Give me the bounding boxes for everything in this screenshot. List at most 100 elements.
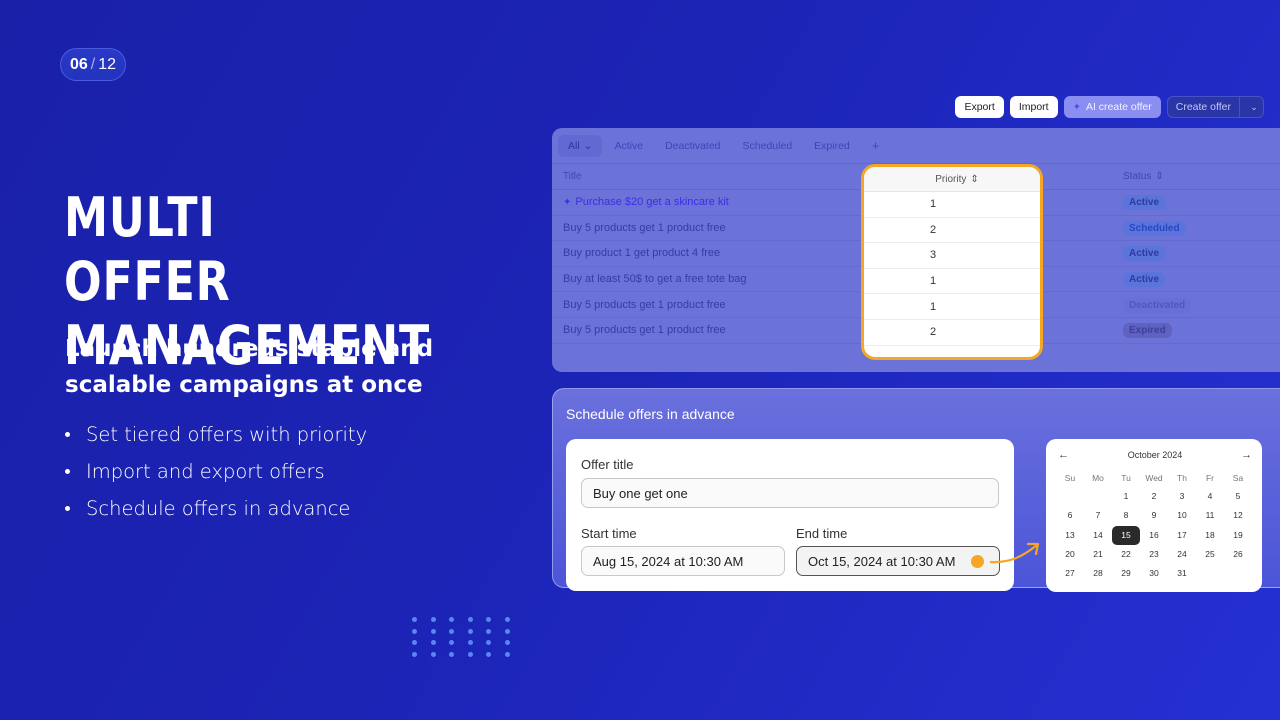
decorative-dot	[430, 617, 436, 622]
calendar-day[interactable]: 5	[1224, 487, 1252, 506]
calendar-day[interactable]: 16	[1140, 526, 1168, 545]
filter-tabs: All ⌄ Active Deactivated Scheduled Expire…	[552, 128, 1280, 164]
decorative-dot	[467, 640, 473, 645]
calendar-day[interactable]: 4	[1196, 487, 1224, 506]
calendar-day[interactable]: 18	[1196, 526, 1224, 545]
bullet-icon	[65, 506, 70, 511]
decorative-dot	[504, 617, 510, 622]
column-status[interactable]: Status ⇕	[1123, 171, 1164, 182]
column-title[interactable]: Title	[563, 171, 582, 182]
bullet-icon	[65, 432, 70, 437]
decorative-dot	[504, 640, 510, 645]
decorative-dot	[486, 617, 491, 622]
headline-line-1: Multi offer	[64, 186, 231, 313]
slide-total: 12	[98, 55, 117, 73]
decorative-dot	[467, 617, 473, 622]
calendar-day[interactable]: 21	[1084, 545, 1112, 564]
create-offer-button[interactable]: Create offer	[1168, 97, 1240, 117]
status-badge: Active	[1123, 246, 1166, 262]
status-badge: Active	[1123, 195, 1166, 211]
tab-active[interactable]: Active	[604, 135, 653, 157]
export-button[interactable]: Export	[955, 96, 1004, 118]
feature-item: Set tiered offers with priority	[62, 416, 367, 453]
calendar-day[interactable]: 28	[1084, 564, 1112, 583]
calendar-day[interactable]: 27	[1056, 564, 1084, 583]
weekday-label: Sa	[1232, 473, 1244, 483]
offer-title[interactable]: Buy product 1 get product 4 free	[563, 247, 720, 259]
date-picker: ← October 2024 → Su Mo Tu Wed Th Fr Sa 1 2 3 4 5 6 7 8…	[1046, 439, 1262, 592]
weekday-label: Mo	[1092, 473, 1104, 483]
calendar-day[interactable]: 30	[1140, 564, 1168, 583]
next-month-arrow-icon[interactable]: →	[1241, 449, 1252, 461]
calendar-day[interactable]: 20	[1056, 545, 1084, 564]
calendar-day[interactable]: 24	[1168, 545, 1196, 564]
chevron-down-icon[interactable]: ⌄	[1245, 102, 1263, 113]
tab-scheduled[interactable]: Scheduled	[733, 135, 803, 157]
calendar-day[interactable]: 26	[1224, 545, 1252, 564]
offer-title[interactable]: Buy 5 products get 1 product free	[563, 299, 726, 311]
chevron-down-icon: ⌄	[583, 139, 593, 152]
decorative-dot	[430, 651, 436, 657]
calendar-day[interactable]: 17	[1168, 526, 1196, 545]
decorative-dot	[486, 628, 491, 634]
calendar-day[interactable]: 7	[1084, 506, 1112, 525]
sort-icon: ⇕	[970, 173, 979, 185]
offer-title[interactable]: ✦ Purchase $20 get a skincare kit	[563, 196, 729, 208]
calendar-empty-cell	[1056, 487, 1084, 506]
calendar-day[interactable]: 14	[1084, 526, 1112, 545]
sort-icon: ⇕	[1155, 171, 1164, 182]
decorative-dot	[449, 617, 454, 622]
offer-title[interactable]: Buy at least 50$ to get a free tote bag	[563, 273, 746, 285]
calendar-day[interactable]: 9	[1140, 506, 1168, 525]
calendar-day[interactable]: 19	[1224, 526, 1252, 545]
schedule-form: Offer title Buy one get one Start time A…	[566, 439, 1014, 591]
calendar-day[interactable]: 8	[1112, 506, 1140, 525]
feature-list: Set tiered offers with priority Import a…	[62, 416, 367, 527]
bullet-icon	[65, 469, 70, 474]
add-tab-button[interactable]: +	[862, 135, 890, 157]
calendar-day[interactable]: 3	[1168, 487, 1196, 506]
calendar-day[interactable]: 25	[1196, 545, 1224, 564]
calendar-day[interactable]: 1	[1112, 487, 1140, 506]
start-time-input[interactable]: Aug 15, 2024 at 10:30 AM	[581, 546, 785, 576]
status-badge: Deactivated	[1123, 297, 1192, 313]
decorative-dot	[486, 651, 491, 657]
calendar-day[interactable]: 10	[1168, 506, 1196, 525]
offer-title-input[interactable]: Buy one get one	[581, 478, 999, 508]
previous-month-arrow-icon[interactable]: ←	[1058, 449, 1069, 461]
decorative-dot	[467, 628, 473, 634]
status-badge: Expired	[1123, 323, 1172, 339]
calendar-day[interactable]: 22	[1112, 545, 1140, 564]
calendar-day[interactable]: 12	[1224, 506, 1252, 525]
schedule-title: Schedule offers in advance	[566, 406, 735, 422]
connector-arrow-icon	[990, 542, 1040, 564]
status-badge: Scheduled	[1123, 220, 1186, 236]
slide-counter: 06 / 12	[60, 48, 126, 81]
ai-create-offer-button[interactable]: ✦ AI create offer	[1063, 96, 1161, 118]
priority-cell: 2	[864, 320, 1040, 346]
calendar-day[interactable]: 23	[1140, 545, 1168, 564]
calendar-day[interactable]: 31	[1168, 564, 1196, 583]
import-button[interactable]: Import	[1009, 96, 1058, 118]
offer-title[interactable]: Buy 5 products get 1 product free	[563, 222, 726, 234]
calendar-day[interactable]: 13	[1056, 526, 1084, 545]
weekday-label: Th	[1177, 473, 1187, 483]
tab-expired[interactable]: Expired	[804, 135, 860, 157]
feature-item: Schedule offers in advance	[62, 490, 367, 527]
connector-dot-icon	[971, 554, 984, 568]
column-priority[interactable]: Priority ⇕	[864, 167, 1040, 192]
calendar-day[interactable]: 6	[1056, 506, 1084, 525]
decorative-dot	[412, 628, 417, 634]
weekday-label: Wed	[1145, 473, 1163, 483]
calendar-day[interactable]: 29	[1112, 564, 1140, 583]
offer-title[interactable]: Buy 5 products get 1 product free	[563, 324, 726, 336]
calendar-day[interactable]: 2	[1140, 487, 1168, 506]
calendar-day-selected[interactable]: 15	[1112, 525, 1140, 545]
tab-deactivated[interactable]: Deactivated	[655, 135, 730, 157]
tab-all[interactable]: All ⌄	[558, 134, 603, 157]
offers-toolbar: Export Import ✦ AI create offer Create o…	[955, 96, 1264, 118]
end-time-input[interactable]: Oct 15, 2024 at 10:30 AM	[796, 546, 1000, 576]
decorative-dot	[412, 640, 417, 645]
weekday-label: Fr	[1205, 473, 1215, 483]
calendar-day[interactable]: 11	[1196, 506, 1224, 525]
